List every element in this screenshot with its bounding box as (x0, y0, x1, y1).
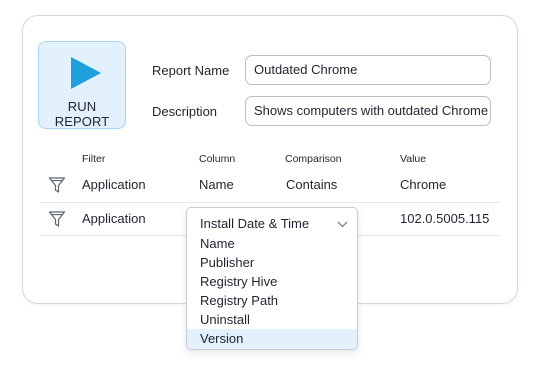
run-report-button[interactable]: RUN REPORT (38, 41, 126, 129)
filter-column-header: Filter (82, 153, 106, 165)
row1-column[interactable]: Name (199, 177, 234, 192)
dropdown-option-publisher[interactable]: Publisher (187, 253, 357, 272)
description-label: Description (152, 104, 218, 119)
dropdown-option-name[interactable]: Name (187, 234, 357, 253)
chevron-down-icon[interactable] (337, 221, 348, 228)
dropdown-option-registry-hive[interactable]: Registry Hive (187, 272, 357, 291)
row1-filter[interactable]: Application (82, 177, 146, 192)
row1-comparison[interactable]: Contains (286, 177, 337, 192)
value-column-header: Value (400, 153, 427, 165)
funnel-icon[interactable] (48, 176, 66, 194)
row2-value[interactable]: 102.0.5005.115 (400, 211, 489, 226)
comparison-column-header: Comparison (285, 153, 342, 165)
row2-filter[interactable]: Application (82, 211, 146, 226)
description-input[interactable]: Shows computers with outdated Chrome (245, 96, 491, 126)
row1-value[interactable]: Chrome (400, 177, 446, 192)
dropdown-option-uninstall[interactable]: Uninstall (187, 310, 357, 329)
dropdown-option-registry-path[interactable]: Registry Path (187, 291, 357, 310)
report-name-label: Report Name (152, 63, 230, 78)
report-name-input[interactable]: Outdated Chrome (245, 55, 491, 85)
funnel-icon[interactable] (48, 210, 66, 228)
column-dropdown[interactable]: Install Date & Time Name Publisher Regis… (186, 207, 358, 350)
run-report-label: RUN REPORT (54, 99, 110, 129)
row-divider (40, 202, 500, 203)
dropdown-option-version[interactable]: Version (187, 329, 357, 349)
dropdown-selected-value[interactable]: Install Date & Time (200, 216, 309, 231)
play-icon (71, 57, 101, 89)
column-column-header: Column (199, 153, 236, 165)
